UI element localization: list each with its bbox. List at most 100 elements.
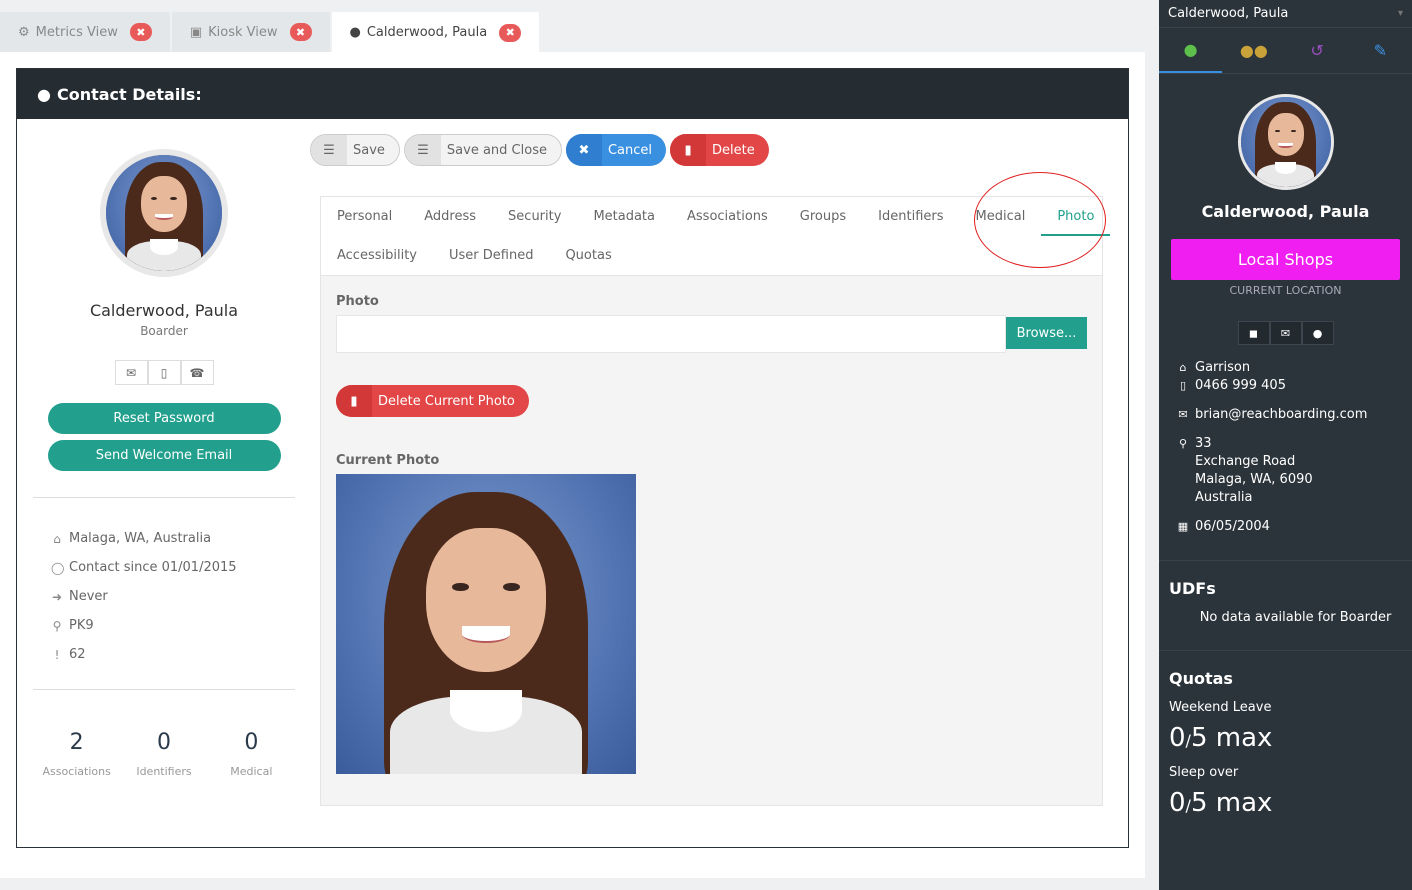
- tab-user-defined[interactable]: User Defined: [433, 236, 549, 275]
- annotation-circle: [974, 172, 1106, 268]
- envelope-icon: ✉: [1178, 408, 1188, 421]
- database-icon: ☰: [311, 135, 347, 165]
- sidebar-tab-groups[interactable]: ●●: [1222, 28, 1285, 73]
- tab-panel: Personal Address Security Metadata Assoc…: [320, 196, 1111, 806]
- sign-in-icon: ➜: [51, 589, 63, 604]
- pencil-icon: ✎: [1373, 41, 1388, 60]
- sidebar-info: ⌂ Garrison ▯ 0466 999 405 ✉ brian@reachboar…: [1159, 359, 1412, 536]
- tab-accessibility[interactable]: Accessibility: [321, 236, 433, 275]
- home-icon: ⌂: [53, 531, 61, 546]
- quotas-title: Quotas: [1169, 669, 1233, 688]
- send-welcome-email-button[interactable]: Send Welcome Email: [47, 440, 281, 471]
- gift-icon: ▦: [1177, 520, 1189, 533]
- sidebar-tab-edit[interactable]: ✎: [1349, 28, 1412, 73]
- sidebar-header[interactable]: Calderwood, Paula ▾: [1159, 0, 1412, 28]
- tab-personal[interactable]: Personal: [321, 197, 408, 236]
- profile-info-list: ⌂ Malaga, WA, Australia ◯ Contact since 01…: [33, 524, 295, 669]
- history-icon: ↺: [1310, 41, 1324, 60]
- close-icon[interactable]: ✖: [499, 23, 522, 42]
- tab-metadata[interactable]: Metadata: [577, 197, 671, 236]
- tab-identifiers[interactable]: Identifiers: [862, 197, 959, 236]
- clock-icon: ◯: [51, 560, 65, 575]
- home-icon: ⌂: [1179, 361, 1187, 374]
- save-and-close-button[interactable]: ☰ Save and Close: [403, 134, 562, 166]
- sidebar-icon-group: ◼ ✉ ●: [1159, 321, 1412, 345]
- exclamation-icon: !: [54, 647, 60, 662]
- udfs-title: UDFs: [1169, 579, 1216, 598]
- trash-icon: ▮: [670, 134, 707, 166]
- profile-role: Boarder: [140, 324, 188, 338]
- close-icon: ✖: [565, 134, 602, 166]
- info-email[interactable]: ✉ brian@reachboarding.com: [1177, 406, 1412, 424]
- stat-identifiers[interactable]: 0 Identifiers: [124, 730, 204, 778]
- stat-medical[interactable]: 0 Medical: [211, 730, 291, 778]
- udfs-section: UDFs No data available for Boarder: [1159, 560, 1412, 650]
- reset-password-button[interactable]: Reset Password: [47, 403, 281, 434]
- users-icon: ●●: [1239, 41, 1268, 60]
- contact-details-card: ● Contact Details: Calderwood, Paula Boa…: [16, 68, 1129, 848]
- action-bar: ☰ Save ☰ Save and Close ✖ Cancel ▮ Delete: [310, 134, 769, 166]
- info-key: ⚲ PK9: [52, 618, 94, 633]
- caret-down-icon: ▾: [1397, 8, 1403, 19]
- user-icon: ●: [1183, 40, 1198, 59]
- photo-file-input[interactable]: [336, 315, 1006, 353]
- image-icon: ▣: [189, 24, 203, 40]
- lock-icon[interactable]: ◼: [1237, 321, 1270, 345]
- info-address: ⚲ 33 Exchange Road Malaga, WA, 6090 Aust…: [1178, 436, 1313, 505]
- sidebar-avatar: [1237, 94, 1334, 190]
- tab-label: Kiosk View: [208, 24, 278, 40]
- current-location-button[interactable]: Local Shops: [1171, 239, 1400, 280]
- dashboard-icon: ⚙: [18, 24, 30, 40]
- sidebar-tab-profile[interactable]: ●: [1159, 28, 1223, 73]
- photo-upload-row: Browse...: [336, 315, 1102, 353]
- sidebar-name: Calderwood, Paula: [1201, 202, 1370, 221]
- divider: [33, 497, 295, 498]
- tab-label: Calderwood, Paula: [366, 25, 488, 40]
- top-tab-bar: ⚙ Metrics View ✖ ▣ Kiosk View ✖ ● Calder…: [0, 12, 541, 53]
- avatar: [100, 149, 228, 277]
- divider: [33, 689, 295, 690]
- info-last-login: ➜ Never: [51, 589, 108, 604]
- cancel-button[interactable]: ✖ Cancel: [565, 134, 667, 166]
- user-icon: ●: [349, 25, 361, 40]
- delete-current-photo-button[interactable]: ▮ Delete Current Photo: [336, 385, 529, 417]
- tab-security[interactable]: Security: [492, 197, 577, 236]
- user-icon: ●: [37, 84, 51, 104]
- close-icon[interactable]: ✖: [289, 23, 312, 41]
- email-icon[interactable]: ✉: [1269, 321, 1302, 345]
- mobile-icon[interactable]: ▯: [147, 360, 181, 385]
- photo-field-label: Photo: [336, 294, 379, 309]
- delete-photo-wrap: ▮ Delete Current Photo: [336, 385, 1102, 417]
- contact-icon-group: ✉ ▯ ☎: [33, 360, 295, 385]
- map-marker-icon: ⚲: [1178, 437, 1188, 450]
- delete-button[interactable]: ▮ Delete: [670, 134, 769, 166]
- info-phone: ▯ 0466 999 405: [1177, 377, 1412, 395]
- tab-address[interactable]: Address: [408, 197, 492, 236]
- profile-column: Calderwood, Paula Boarder ✉ ▯ ☎ Reset Pa…: [33, 119, 295, 778]
- info-house: ⌂ Garrison: [1177, 359, 1412, 377]
- tab-groups[interactable]: Groups: [784, 197, 862, 236]
- tab-quotas[interactable]: Quotas: [549, 236, 627, 275]
- info-id: ! 62: [51, 640, 295, 669]
- close-icon[interactable]: ✖: [129, 23, 152, 41]
- udfs-empty: No data available for Boarder: [1199, 610, 1392, 625]
- email-icon[interactable]: ✉: [114, 360, 148, 385]
- trash-icon: ▮: [336, 385, 372, 417]
- tab-metrics-view[interactable]: ⚙ Metrics View ✖: [0, 12, 170, 52]
- stat-associations[interactable]: 2 Associations: [37, 730, 117, 778]
- save-button[interactable]: ☰ Save: [310, 134, 400, 166]
- current-photo-label: Current Photo: [336, 453, 440, 468]
- user-icon[interactable]: ●: [1301, 321, 1334, 345]
- tab-contact[interactable]: ● Calderwood, Paula ✖: [331, 12, 540, 53]
- quota-weekend-leave: Weekend Leave: [1169, 700, 1272, 715]
- phone-icon[interactable]: ☎: [180, 360, 214, 385]
- info-location: ⌂ Malaga, WA, Australia: [51, 524, 295, 553]
- card-header: ● Contact Details:: [17, 69, 1128, 119]
- tab-kiosk-view[interactable]: ▣ Kiosk View ✖: [171, 12, 330, 52]
- right-sidebar: Calderwood, Paula ▾ ● ●● ↺ ✎ Calderwood,…: [1159, 0, 1412, 890]
- tab-label: Metrics View: [35, 24, 118, 40]
- tab-associations[interactable]: Associations: [671, 197, 784, 236]
- quota-sleep-over-value: 0/5 max: [1169, 788, 1273, 818]
- sidebar-tab-history[interactable]: ↺: [1286, 28, 1349, 73]
- browse-button[interactable]: Browse...: [1006, 317, 1087, 349]
